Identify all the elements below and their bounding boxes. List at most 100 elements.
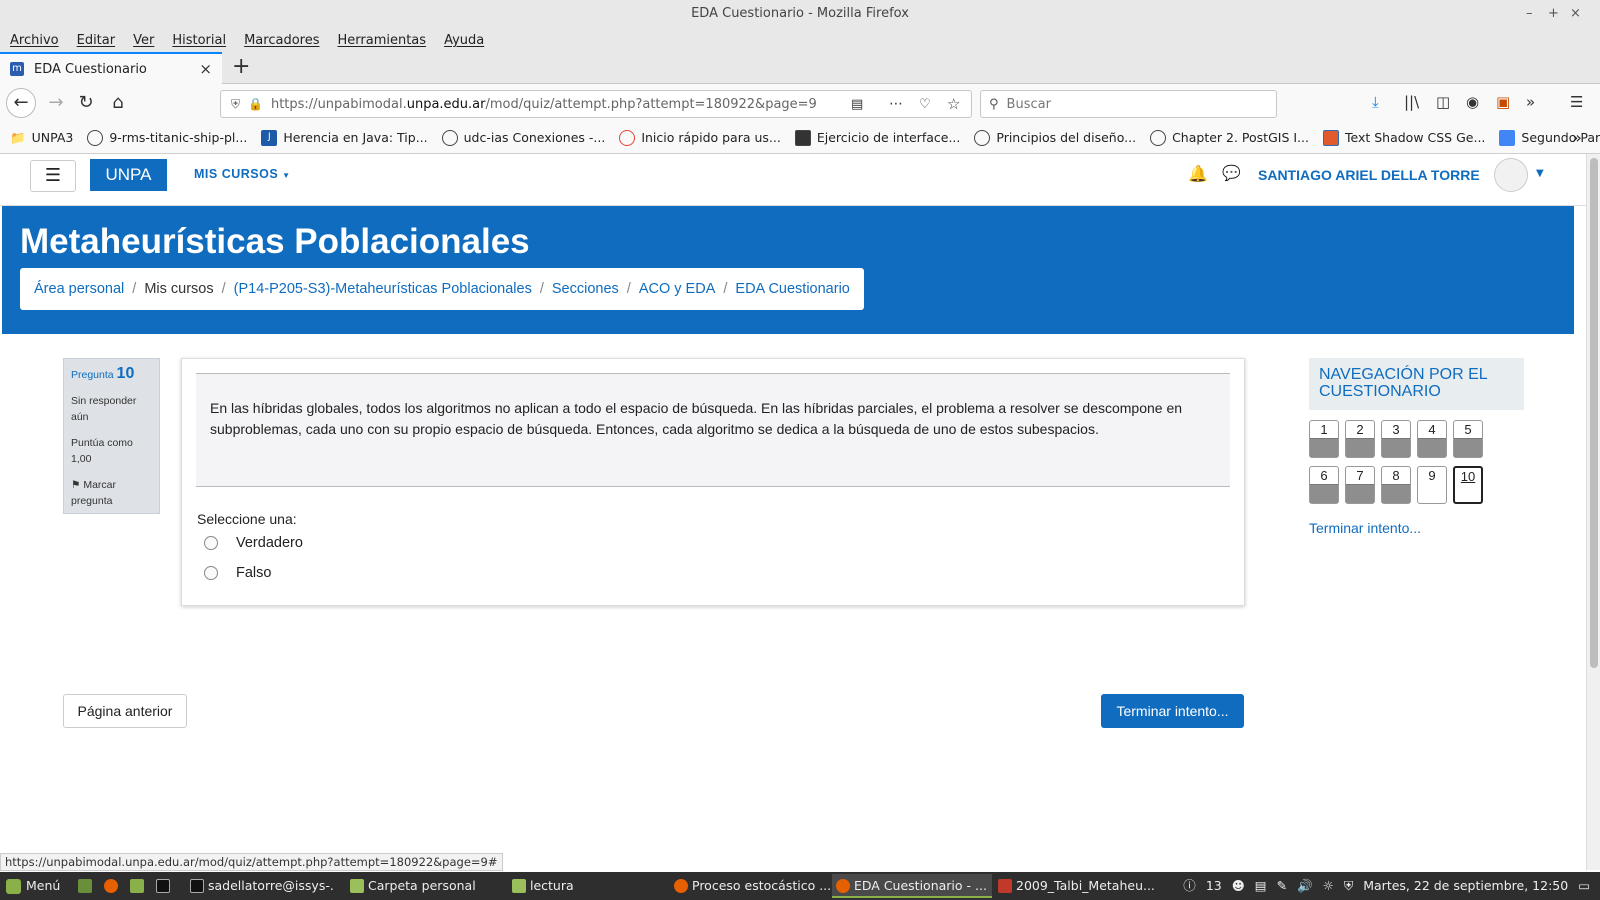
menu-archivo[interactable]: Archivo: [10, 33, 59, 48]
menu-marcadores[interactable]: Marcadores: [244, 33, 319, 48]
bookmark-item[interactable]: udc-ias Conexiones -...: [441, 129, 605, 146]
account-icon[interactable]: ◉: [1466, 93, 1479, 111]
quiz-nav-button-6[interactable]: 6: [1309, 466, 1339, 504]
my-courses-menu[interactable]: MIS CURSOS ▼: [194, 167, 291, 181]
show-desktop-icon[interactable]: [76, 874, 96, 898]
tab-strip: m EDA Cuestionario × +: [0, 52, 1600, 84]
quiz-nav-button-9[interactable]: 9: [1417, 466, 1447, 504]
messages-icon[interactable]: 💬: [1222, 164, 1241, 182]
tracking-shield-icon[interactable]: ⛨: [231, 97, 240, 112]
taskbar-lectura[interactable]: lectura: [508, 874, 668, 898]
reader-view-icon[interactable]: ▤: [851, 97, 863, 112]
flag-question-link[interactable]: ⚑ Marcar pregunta: [71, 477, 152, 509]
extension-icon[interactable]: ▣: [1496, 93, 1510, 111]
bookmark-item[interactable]: Ejercicio de interface...: [794, 129, 960, 146]
user-icon[interactable]: ☻: [1232, 872, 1245, 900]
quiz-nav-button-8[interactable]: 8: [1381, 466, 1411, 504]
sidebar-icon[interactable]: ◫: [1436, 93, 1450, 111]
show-desktop-corner-icon[interactable]: ▭: [1578, 872, 1590, 900]
page-scrollbar[interactable]: [1586, 154, 1600, 870]
tab-eda-cuestionario[interactable]: m EDA Cuestionario ×: [0, 52, 222, 84]
back-arrow-icon[interactable]: ←: [6, 88, 36, 118]
menu-ver[interactable]: Ver: [133, 33, 154, 48]
minimize-button[interactable]: –: [1526, 0, 1533, 28]
breadcrumb-separator: /: [539, 281, 544, 297]
option-falso[interactable]: Falso: [204, 565, 271, 581]
menu-historial[interactable]: Historial: [172, 33, 226, 48]
breadcrumb-course[interactable]: (P14-P205-S3)-Metaheurísticas Poblaciona…: [234, 281, 532, 297]
terminal-launcher-icon[interactable]: [154, 874, 174, 898]
bookmark-item[interactable]: J Herencia en Java: Tip...: [261, 129, 428, 146]
new-tab-button[interactable]: +: [232, 54, 250, 79]
quiz-nav-button-4[interactable]: 4: [1417, 420, 1447, 458]
menu-editar[interactable]: Editar: [77, 33, 116, 48]
clock[interactable]: Martes, 22 de septiembre, 12:50: [1363, 872, 1568, 900]
previous-page-button[interactable]: Página anterior: [63, 694, 187, 728]
quiz-nav-button-5[interactable]: 5: [1453, 420, 1483, 458]
quiz-nav-button-3[interactable]: 3: [1381, 420, 1411, 458]
avatar[interactable]: [1494, 158, 1528, 192]
close-window-button[interactable]: ×: [1570, 0, 1581, 28]
bookmark-item[interactable]: 9-rms-titanic-ship-pl...: [87, 129, 247, 146]
site-brand[interactable]: UNPA: [90, 159, 167, 191]
pen-icon[interactable]: ✎: [1277, 872, 1287, 900]
start-menu-button[interactable]: Menú: [4, 874, 60, 898]
breadcrumb-aco-eda[interactable]: ACO y EDA: [639, 281, 716, 297]
page-actions-icon[interactable]: ⋯: [889, 96, 903, 112]
shield-icon[interactable]: ⛨: [1344, 872, 1353, 900]
files-launcher-icon[interactable]: [128, 874, 148, 898]
taskbar-eda-cuestionario[interactable]: EDA Cuestionario - ...: [832, 874, 992, 898]
quiz-nav-button-7[interactable]: 7: [1345, 466, 1375, 504]
lock-icon[interactable]: 🔒: [248, 97, 263, 111]
quiz-nav-button-1[interactable]: 1: [1309, 420, 1339, 458]
drawer-toggle-icon[interactable]: ☰: [30, 160, 76, 192]
bookmark-item[interactable]: Principios del diseño...: [974, 129, 1136, 146]
bookmark-item[interactable]: Chapter 2. PostGIS I...: [1150, 129, 1309, 146]
course-header: Metaheurísticas Poblacionales Área perso…: [2, 206, 1574, 334]
bookmark-item[interactable]: Segundo Parcial 201...: [1499, 129, 1600, 146]
updates-icon[interactable]: ⓘ: [1183, 872, 1196, 900]
finish-attempt-button[interactable]: Terminar intento...: [1101, 694, 1244, 728]
firefox-launcher-icon[interactable]: [102, 874, 122, 898]
user-menu-caret-icon[interactable]: ▼: [1536, 168, 1544, 179]
close-tab-button[interactable]: ×: [199, 60, 212, 78]
address-bar[interactable]: ⛨ 🔒 https://unpabimodal. unpa.edu.ar/mod/…: [220, 90, 972, 118]
globe-icon: [87, 129, 104, 146]
menu-herramientas[interactable]: Herramientas: [338, 33, 427, 48]
nav-finish-attempt-link[interactable]: Terminar intento...: [1309, 520, 1421, 536]
bookmark-star-icon[interactable]: ☆: [947, 95, 960, 113]
option-verdadero[interactable]: Verdadero: [204, 535, 303, 551]
scrollbar-thumb[interactable]: [1590, 158, 1598, 668]
maximize-button[interactable]: +: [1548, 0, 1559, 28]
library-icon[interactable]: ||\: [1404, 93, 1419, 111]
bookmark-folder-unpa3[interactable]: 📁 UNPA3: [10, 130, 73, 146]
hamburger-menu-icon[interactable]: ☰: [1570, 93, 1583, 111]
taskbar-proceso-estocastico[interactable]: Proceso estocástico ...: [670, 874, 830, 898]
user-name[interactable]: SANTIAGO ARIEL DELLA TORRE: [1258, 167, 1480, 183]
radio-falso[interactable]: [204, 566, 218, 580]
breadcrumb-eda-cuestionario[interactable]: EDA Cuestionario: [735, 281, 849, 297]
taskbar-talbi-pdf[interactable]: 2009_Talbi_Metaheu...: [994, 874, 1154, 898]
downloads-icon[interactable]: ⤓: [1372, 93, 1379, 111]
pocket-icon[interactable]: ♡: [919, 97, 931, 112]
brightness-icon[interactable]: ☼: [1323, 872, 1334, 900]
search-box[interactable]: ⚲ Buscar: [980, 90, 1277, 118]
clipboard-icon[interactable]: ▤: [1255, 872, 1267, 900]
bookmark-item[interactable]: Inicio rápido para us...: [619, 129, 781, 146]
quiz-nav-button-10-current[interactable]: 10: [1453, 466, 1483, 504]
bookmarks-overflow-icon[interactable]: »: [1572, 128, 1582, 147]
breadcrumb-area-personal[interactable]: Área personal: [34, 281, 124, 297]
notifications-bell-icon[interactable]: 🔔: [1188, 164, 1208, 183]
volume-icon[interactable]: 🔊: [1297, 872, 1313, 900]
quiz-nav-button-2[interactable]: 2: [1345, 420, 1375, 458]
forward-arrow-icon[interactable]: →: [42, 89, 70, 117]
taskbar-carpeta-personal[interactable]: Carpeta personal: [346, 874, 506, 898]
home-icon[interactable]: ⌂: [104, 89, 132, 117]
radio-verdadero[interactable]: [204, 536, 218, 550]
taskbar-terminal[interactable]: sadellatorre@issys-...: [186, 874, 334, 898]
menu-ayuda[interactable]: Ayuda: [444, 33, 484, 48]
overflow-menu-icon[interactable]: »: [1526, 93, 1535, 111]
reload-icon[interactable]: ↻: [72, 89, 100, 117]
bookmark-item[interactable]: Text Shadow CSS Ge...: [1322, 129, 1485, 146]
breadcrumb-secciones[interactable]: Secciones: [552, 281, 619, 297]
